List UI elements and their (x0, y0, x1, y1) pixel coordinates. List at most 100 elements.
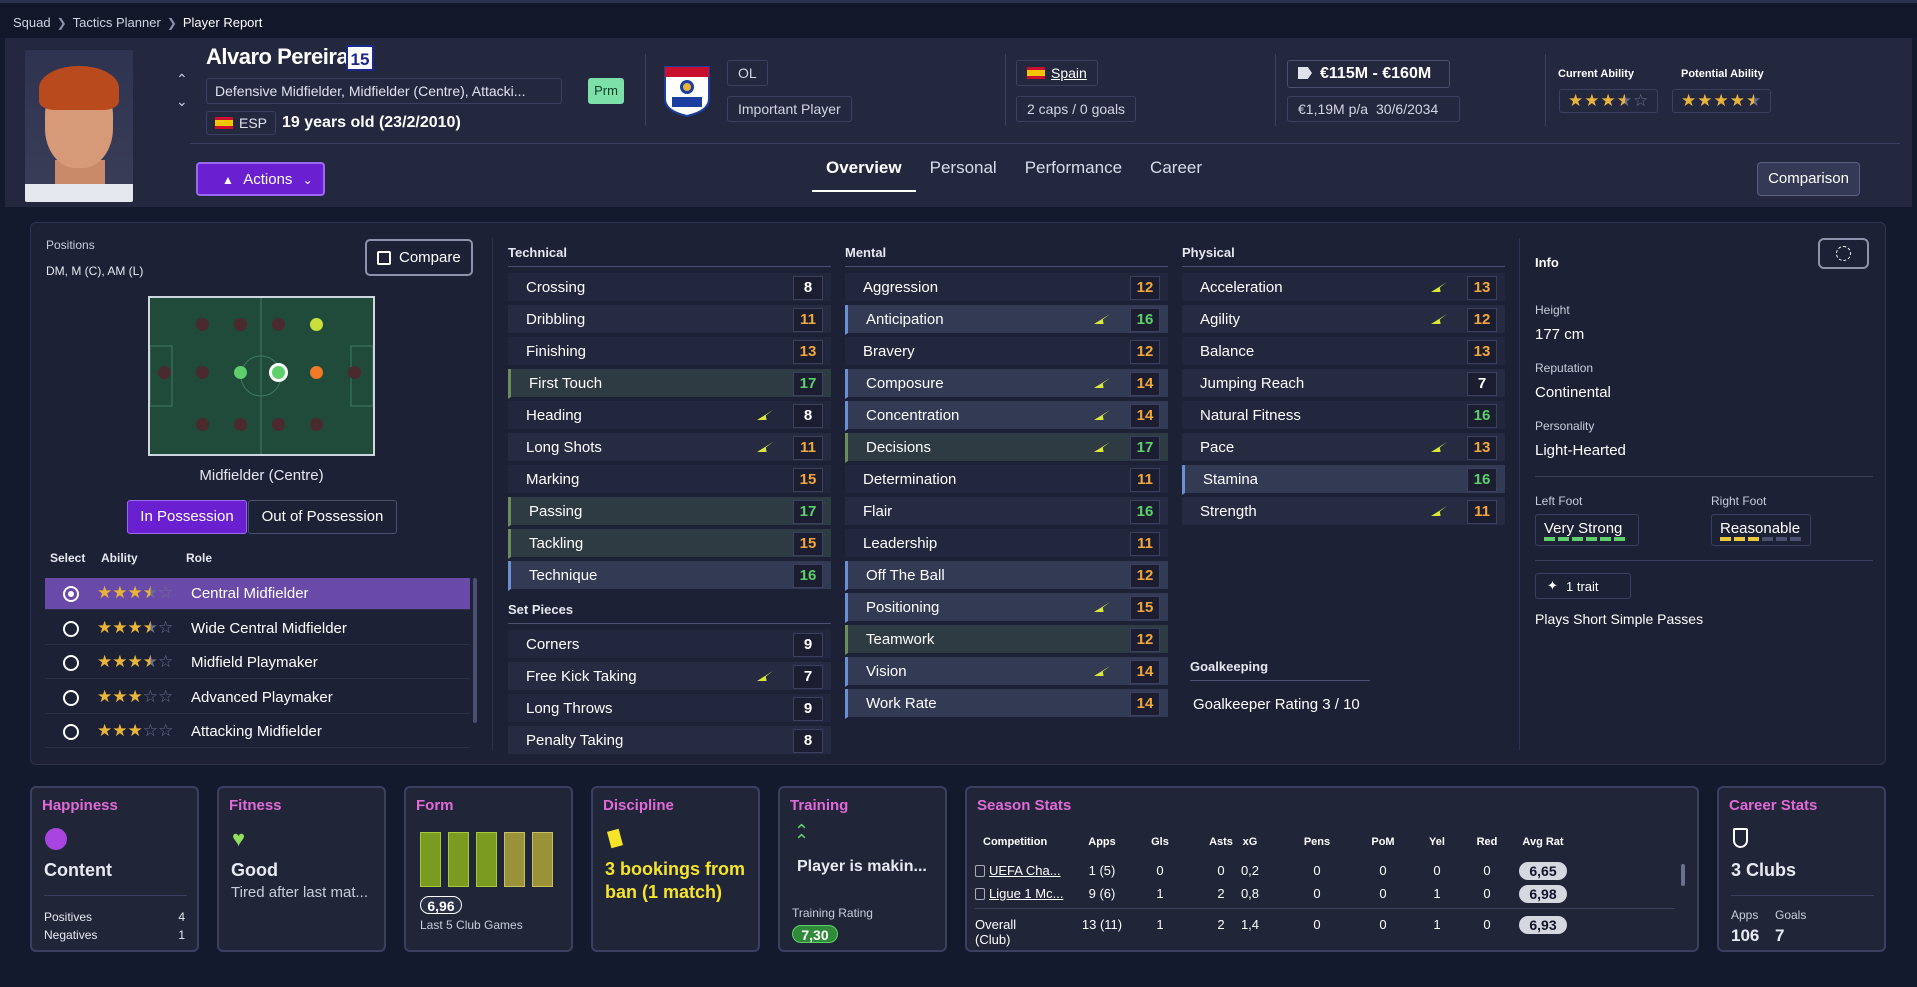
international-country[interactable]: Spain (1016, 60, 1098, 86)
attribute-row[interactable]: Positioning 15 (845, 593, 1168, 623)
tab-personal[interactable]: Personal (916, 156, 1011, 192)
tab-overview[interactable]: Overview (812, 156, 916, 192)
attribute-row[interactable]: Dribbling 11 (508, 305, 831, 335)
season-header[interactable]: xG (1235, 836, 1265, 848)
club-name[interactable]: OL (727, 60, 768, 86)
season-header[interactable]: Avg Rat (1513, 836, 1573, 848)
breadcrumb-tactics[interactable]: Tactics Planner (73, 15, 161, 30)
attribute-row[interactable]: Vision 14 (845, 657, 1168, 687)
attribute-row[interactable]: Long Shots 11 (508, 433, 831, 463)
role-list-scrollbar[interactable] (473, 578, 477, 723)
status-badge[interactable]: Prm (588, 78, 624, 104)
attribute-row[interactable]: Long Throws 9 (508, 694, 831, 724)
attribute-value: 7 (1467, 372, 1497, 396)
attribute-row[interactable]: Pace 13 (1182, 433, 1505, 463)
attribute-row[interactable]: Tackling 15 (508, 529, 831, 559)
attribute-row[interactable]: Work Rate 14 (845, 689, 1168, 719)
season-header[interactable]: Gls (1145, 836, 1175, 848)
season-header[interactable]: Apps (1077, 836, 1127, 848)
role-row[interactable]: ★★★★☆ Midfield Playmaker (45, 647, 470, 679)
tab-career[interactable]: Career (1136, 156, 1216, 192)
attribute-row[interactable]: Teamwork 12 (845, 625, 1168, 655)
attribute-name: Marking (526, 471, 580, 488)
season-stat-value: 0 (1313, 863, 1321, 878)
comparison-button[interactable]: Comparison (1757, 162, 1860, 196)
position-pitch[interactable] (148, 296, 375, 456)
attribute-row[interactable]: Decisions 17 (845, 433, 1168, 463)
trait-badge[interactable]: ✦ 1 trait (1535, 573, 1631, 599)
attribute-row[interactable]: Composure 14 (845, 369, 1168, 399)
role-row[interactable]: ★★★☆☆ Advanced Playmaker (45, 682, 470, 714)
attribute-row[interactable]: Stamina 16 (1182, 465, 1505, 495)
attribute-row[interactable]: Marking 15 (508, 465, 831, 495)
attribute-row[interactable]: Concentration 14 (845, 401, 1168, 431)
attribute-row[interactable]: Penalty Taking 8 (508, 726, 831, 756)
next-player-icon[interactable]: ⌄ (176, 90, 188, 112)
training-card[interactable]: Training ⌃ ⌃ Player is makin... Training … (778, 786, 947, 952)
discipline-card[interactable]: Discipline 3 bookings from ban (1 match) (591, 786, 760, 952)
select-header: Select (50, 551, 86, 565)
tab-performance[interactable]: Performance (1011, 156, 1136, 192)
attribute-value: 8 (793, 404, 823, 428)
breadcrumb-squad[interactable]: Squad (13, 15, 51, 30)
attribute-row[interactable]: Strength 11 (1182, 497, 1505, 527)
happiness-card[interactable]: Happiness Content Positives 4 Negatives … (30, 786, 199, 952)
in-possession-button[interactable]: In Possession (127, 500, 247, 534)
attribute-row[interactable]: Leadership 11 (845, 529, 1168, 559)
role-row[interactable]: ★★★★☆ Wide Central Midfielder (45, 613, 470, 645)
attribute-row[interactable]: Agility 12 (1182, 305, 1505, 335)
club-logo-icon[interactable] (662, 65, 712, 117)
attribute-name: Acceleration (1200, 279, 1283, 296)
season-header[interactable]: Yel (1417, 836, 1457, 848)
attribute-row[interactable]: Determination 11 (845, 465, 1168, 495)
season-header[interactable]: PoM (1363, 836, 1403, 848)
attribute-row[interactable]: Corners 9 (508, 630, 831, 660)
season-stats-scrollbar[interactable] (1681, 864, 1685, 886)
attribute-value: 17 (793, 372, 823, 396)
attribute-row[interactable]: Passing 17 (508, 497, 831, 527)
season-stat-value: 1,4 (1240, 917, 1260, 932)
info-settings-button[interactable] (1818, 238, 1869, 269)
season-header[interactable]: Pens (1297, 836, 1337, 848)
season-header[interactable]: Competition (983, 836, 1071, 848)
attribute-row[interactable]: Acceleration 13 (1182, 273, 1505, 303)
attribute-row[interactable]: Off The Ball 12 (845, 561, 1168, 591)
form-bar (420, 832, 441, 887)
attribute-row[interactable]: Heading 8 (508, 401, 831, 431)
form-card[interactable]: Form 6,96 Last 5 Club Games (404, 786, 573, 952)
attribute-row[interactable]: Natural Fitness 16 (1182, 401, 1505, 431)
attribute-row[interactable]: Bravery 12 (845, 337, 1168, 367)
attribute-row[interactable]: Balance 13 (1182, 337, 1505, 367)
fitness-card[interactable]: Fitness ♥ Good Tired after last mat... (217, 786, 386, 952)
attribute-row[interactable]: Jumping Reach 7 (1182, 369, 1505, 399)
role-radio[interactable] (63, 724, 79, 740)
season-stats-card[interactable]: Season Stats Competition Apps Gls Asts xG Pen… (965, 786, 1699, 952)
previous-player-icon[interactable]: ⌃ (176, 68, 188, 90)
attribute-row[interactable]: First Touch 17 (508, 369, 831, 399)
attribute-name: Positioning (866, 599, 940, 616)
role-radio[interactable] (63, 620, 79, 637)
season-header[interactable]: Red (1467, 836, 1507, 848)
attribute-row[interactable]: Flair 16 (845, 497, 1168, 527)
competition-name[interactable]: Ligue 1 Mc... (989, 886, 1069, 901)
attribute-row[interactable]: Aggression 12 (845, 273, 1168, 303)
career-stats-card[interactable]: Career Stats 3 Clubs Apps 106 Goals 7 (1717, 786, 1886, 952)
attribute-row[interactable]: Finishing 13 (508, 337, 831, 367)
current-ability-stars: ★★★★☆ (1559, 89, 1659, 113)
competition-name[interactable]: UEFA Cha... (989, 863, 1069, 878)
attribute-row[interactable]: Crossing 8 (508, 273, 831, 303)
role-radio[interactable] (63, 689, 79, 706)
attribute-row[interactable]: Free Kick Taking 7 (508, 662, 831, 692)
actions-button[interactable]: ▲ Actions ⌄ (196, 162, 325, 196)
player-nav-arrows[interactable]: ⌃ ⌄ (176, 68, 188, 112)
role-radio[interactable] (63, 586, 79, 602)
role-row[interactable]: ★★★☆☆ Attacking Midfielder (45, 716, 470, 748)
country-name[interactable]: Spain (1051, 65, 1087, 81)
attribute-row[interactable]: Technique 16 (508, 561, 831, 591)
role-row[interactable]: ★★★★☆ Central Midfielder (45, 578, 470, 610)
role-radio[interactable] (63, 655, 79, 671)
out-of-possession-button[interactable]: Out of Possession (248, 500, 397, 534)
compare-button[interactable]: Compare (365, 239, 473, 276)
attribute-name: Strength (1200, 503, 1257, 520)
attribute-row[interactable]: Anticipation 16 (845, 305, 1168, 335)
